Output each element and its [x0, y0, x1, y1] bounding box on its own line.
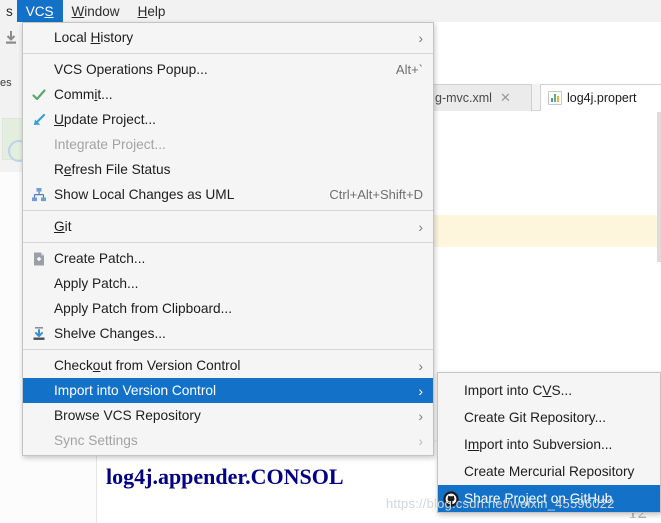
menu-item-apply-patch-from-clipboard[interactable]: Apply Patch from Clipboard... [23, 296, 433, 321]
menu-item-label: Apply Patch... [54, 276, 139, 291]
menu-separator [23, 53, 433, 54]
download-icon[interactable] [3, 30, 19, 46]
menu-bar: s VCS Window Help [0, 0, 661, 22]
submenu-item-import-into-cvs[interactable]: Import into CVS... [438, 377, 660, 404]
menu-item-vcs-operations-popup[interactable]: VCS Operations Popup... Alt+` [23, 57, 433, 82]
menubar-item-label: Window [71, 3, 120, 19]
menu-item-label: Import into CVS... [464, 383, 573, 398]
ide-window: riority to INFO NFO, CONSOLE ug, CONSOLE… [0, 0, 661, 523]
menu-separator [23, 242, 433, 243]
submenu-item-create-git-repository[interactable]: Create Git Repository... [438, 404, 660, 431]
menu-item-label: Import into Subversion... [464, 437, 613, 452]
uml-diagram-icon [32, 187, 46, 201]
code-line: log4j.appender.CONSOL [106, 464, 344, 489]
menu-item-label: Local History [54, 30, 134, 45]
editor-tab-xml[interactable]: g-mvc.xml ✕ [427, 84, 532, 111]
menu-item-accelerator: Ctrl+Alt+Shift+D [329, 187, 423, 202]
menu-item-label: Show Local Changes as UML [54, 187, 235, 202]
menu-item-label: Apply Patch from Clipboard... [54, 301, 233, 316]
menu-item-label: Create Patch... [54, 251, 146, 266]
import-into-version-control-submenu: Import into CVS... Create Git Repository… [437, 372, 661, 513]
menubar-item-help[interactable]: Help [129, 0, 175, 22]
menu-item-label: Checkout from Version Control [54, 358, 241, 373]
menu-item-shelve-changes[interactable]: Shelve Changes... [23, 321, 433, 346]
menu-item-accelerator: Alt+` [395, 62, 423, 77]
menu-separator [23, 210, 433, 211]
menubar-left-fragment: s [6, 3, 13, 19]
menu-item-label: VCS Operations Popup... [54, 62, 208, 77]
chart-file-icon [548, 91, 562, 105]
menu-item-update-project[interactable]: Update Project... [23, 107, 433, 132]
menu-item-label: Git [54, 219, 72, 234]
vcs-dropdown-menu: Local History › VCS Operations Popup... … [22, 22, 434, 456]
menubar-item-label: VCS [25, 3, 54, 19]
menu-item-integrate-project: Integrate Project... [23, 132, 433, 157]
editor-tab-log4j[interactable]: log4j.propert [540, 84, 661, 111]
editor-scrollbar[interactable] [657, 112, 661, 262]
menu-item-git[interactable]: Git › [23, 214, 433, 239]
menubar-item-window[interactable]: Window [63, 0, 129, 22]
editor-tab-label: log4j.propert [567, 91, 637, 105]
menu-item-sync-settings: Sync Settings › [23, 428, 433, 453]
menu-item-import-into-version-control[interactable]: Import into Version Control › [23, 378, 433, 403]
menu-item-label: Sync Settings [54, 433, 138, 448]
menu-item-apply-patch[interactable]: Apply Patch... [23, 271, 433, 296]
patch-file-icon [34, 252, 44, 265]
menu-item-show-local-changes-as-uml[interactable]: Show Local Changes as UML Ctrl+Alt+Shift… [23, 182, 433, 207]
menu-item-label: Share Project on GitHub [464, 491, 613, 506]
menu-item-create-patch[interactable]: Create Patch... [23, 246, 433, 271]
menu-item-label: Browse VCS Repository [54, 408, 201, 423]
menu-item-local-history[interactable]: Local History › [23, 25, 433, 50]
menu-item-label: Integrate Project... [54, 137, 166, 152]
blue-down-left-arrow-icon [33, 113, 46, 125]
green-check-icon [32, 88, 46, 100]
editor-tab-label: g-mvc.xml [435, 91, 492, 105]
menu-item-browse-vcs-repository[interactable]: Browse VCS Repository › [23, 403, 433, 428]
chevron-right-icon: › [418, 407, 423, 424]
menu-item-label: Create Git Repository... [464, 410, 606, 425]
menu-item-label: Update Project... [54, 112, 156, 127]
close-icon[interactable]: ✕ [500, 90, 511, 106]
submenu-item-create-mercurial-repository[interactable]: Create Mercurial Repository [438, 458, 660, 485]
sidebar-tool-label[interactable]: es [0, 77, 16, 111]
submenu-item-share-project-on-github[interactable]: Share Project on GitHub [438, 485, 660, 512]
shelve-download-icon [33, 326, 45, 340]
menubar-item-label: Help [137, 3, 166, 19]
chevron-right-icon: › [418, 218, 423, 235]
chevron-right-icon: › [418, 357, 423, 374]
submenu-item-import-into-subversion[interactable]: Import into Subversion... [438, 431, 660, 458]
chevron-right-icon: › [418, 382, 423, 399]
menu-item-checkout-from-version-control[interactable]: Checkout from Version Control › [23, 353, 433, 378]
chevron-right-icon: › [418, 432, 423, 449]
menu-item-commit[interactable]: Commit... [23, 82, 433, 107]
left-tool-strip: es [0, 22, 30, 172]
menu-item-label: Refresh File Status [54, 162, 171, 177]
menu-item-label: Import into Version Control [54, 383, 217, 398]
menu-item-label: Create Mercurial Repository [464, 464, 635, 479]
github-icon [443, 490, 459, 507]
menubar-item-vcs[interactable]: VCS [16, 0, 63, 22]
menu-item-refresh-file-status[interactable]: Refresh File Status [23, 157, 433, 182]
chevron-right-icon: › [418, 29, 423, 46]
menu-item-label: Shelve Changes... [54, 326, 166, 341]
menu-item-label: Commit... [54, 87, 113, 102]
menu-separator [23, 349, 433, 350]
